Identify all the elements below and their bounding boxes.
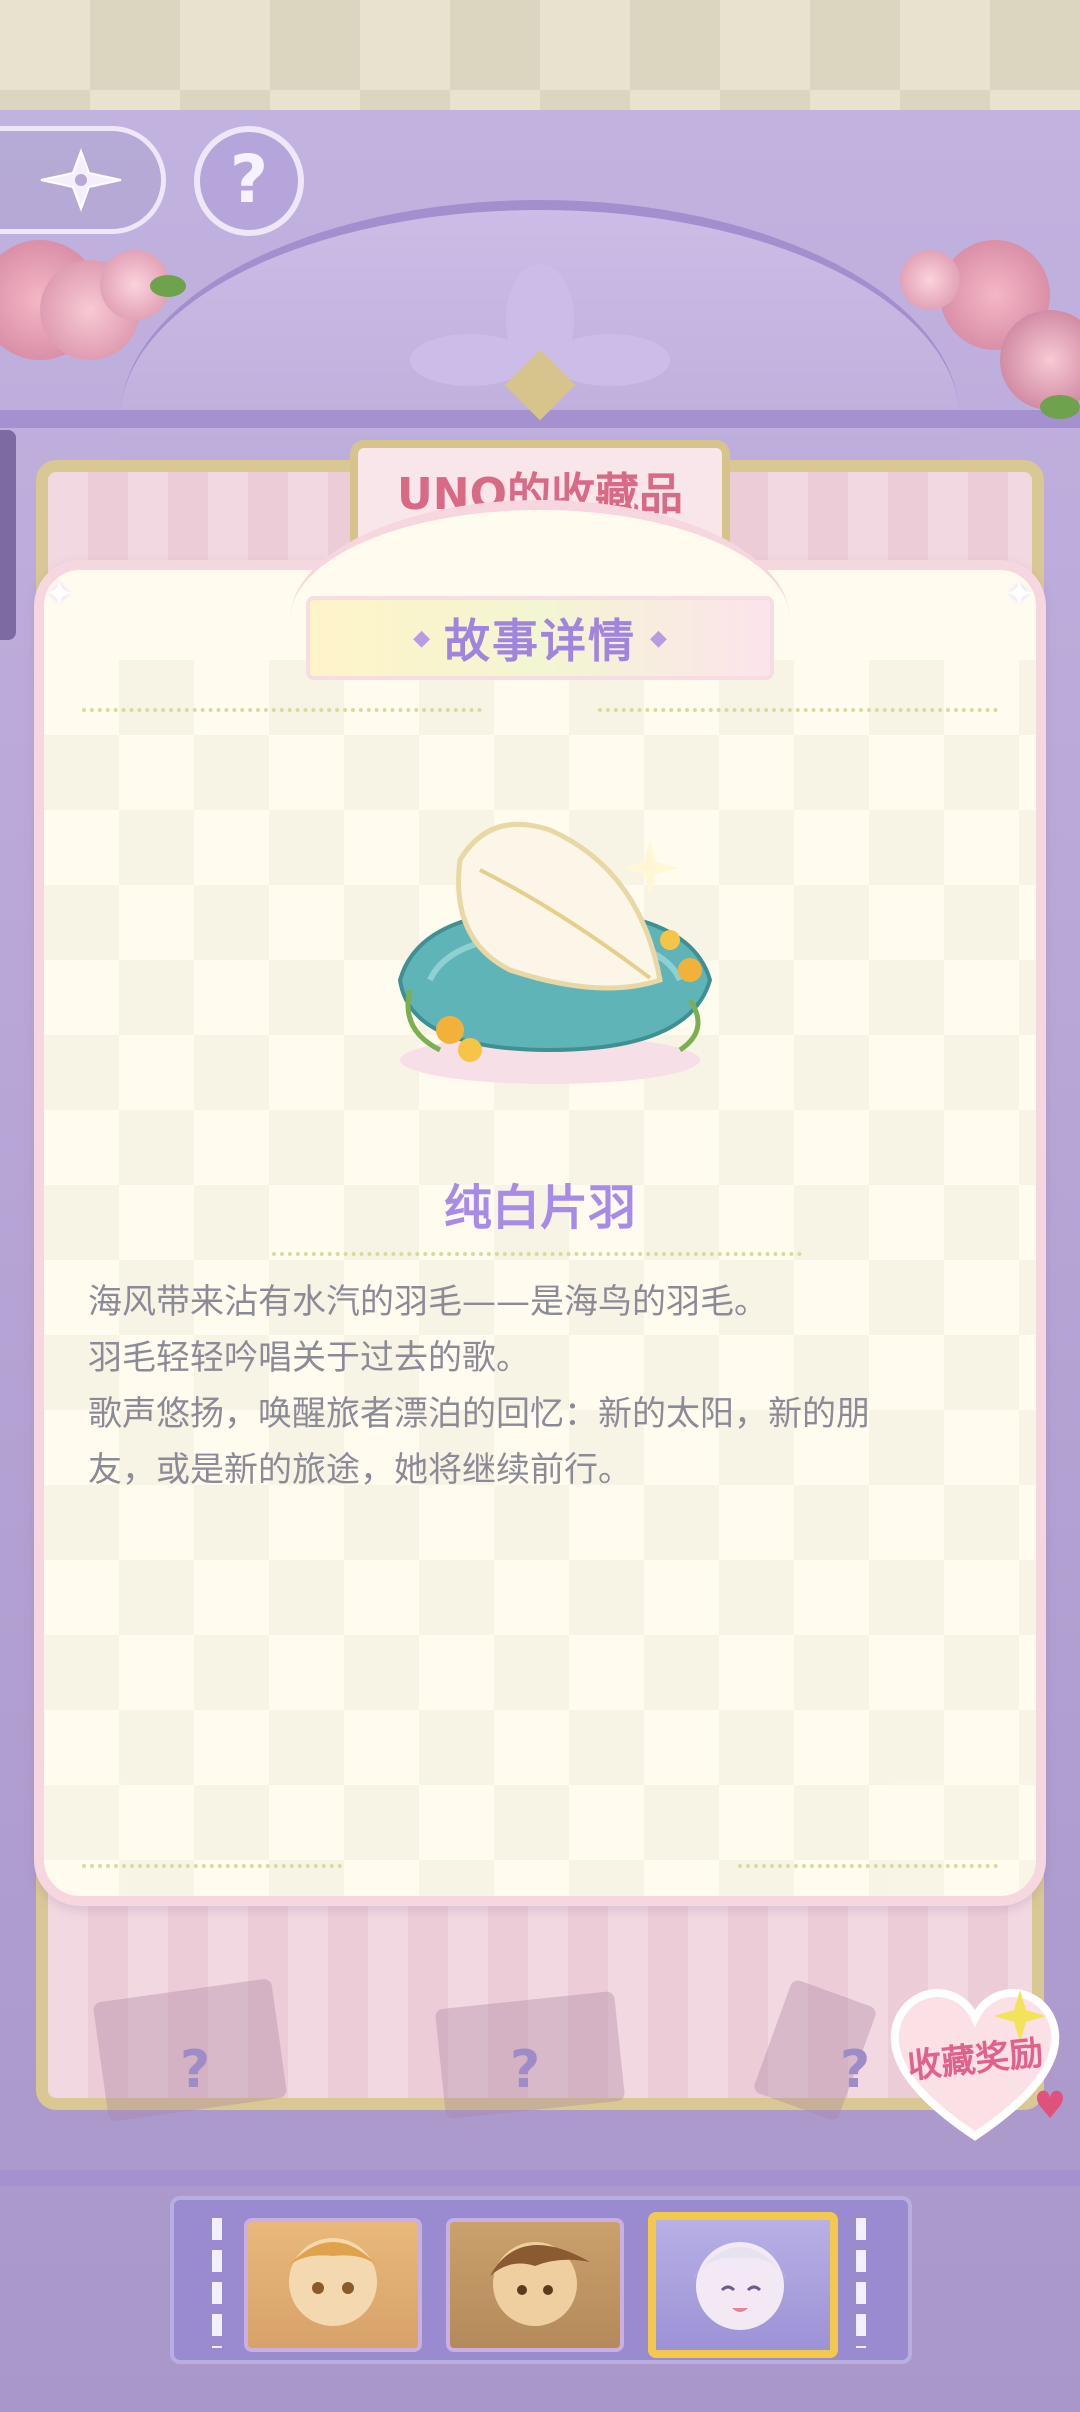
story-line: 羽毛轻轻吟唱关于过去的歌。 [88, 1338, 530, 1378]
side-drawer-tab[interactable] [0, 430, 16, 640]
leaf-decoration [150, 275, 186, 297]
ribbon-dot-icon: ◆ [413, 625, 430, 651]
divider [82, 708, 482, 712]
character-portrait[interactable] [446, 2218, 624, 2352]
item-name: 纯白片羽 [443, 1180, 636, 1236]
rose-decoration [900, 250, 960, 310]
leaf-decoration [1040, 395, 1080, 419]
locked-question-mark: ? [180, 2040, 211, 2100]
character-2-portrait-icon [490, 2242, 590, 2326]
story-line: 海风带来沾有水汽的羽毛——是海鸟的羽毛。 [88, 1282, 768, 1322]
locked-question-mark: ? [840, 2040, 871, 2100]
white-feather-on-pillow-icon [397, 821, 713, 1084]
film-edge [856, 2218, 866, 2348]
divider [738, 1864, 998, 1868]
character-selector [170, 2196, 912, 2364]
character-1-portrait-icon [283, 2238, 383, 2326]
help-button[interactable]: ? [194, 126, 304, 236]
divider [82, 1864, 342, 1868]
film-edge [212, 2218, 222, 2348]
story-line: 友，或是新的旅途，她将继续前行。 [88, 1450, 632, 1490]
character-3-portrait-icon [692, 2242, 788, 2330]
locked-question-mark: ? [510, 2040, 541, 2100]
divider [598, 708, 998, 712]
story-text: 海风带来沾有水汽的羽毛——是海鸟的羽毛。 羽毛轻轻吟唱关于过去的歌。 歌声悠扬，… [88, 1274, 1008, 1498]
back-button[interactable] [0, 126, 166, 234]
sparkle-icon: ✦ [44, 574, 75, 615]
winged-star-back-icon [40, 148, 121, 212]
story-line: 歌声悠扬，唤醒旅者漂泊的回忆：新的太阳，新的朋 [88, 1394, 870, 1434]
ribbon-dot-icon: ◆ [650, 625, 667, 651]
character-portrait[interactable] [244, 2218, 422, 2352]
dialog-title-ribbon: ◆ 故事详情 ◆ [306, 596, 774, 680]
character-portrait-selected[interactable] [648, 2212, 838, 2358]
bottom-rail [0, 2170, 1080, 2186]
dialog-title: 故事详情 [444, 614, 636, 668]
divider [272, 1252, 802, 1256]
game-screen: UNO的收藏品 ? ? ? ? ✦ ✦ ◆ 故事详情 ◆ 纯白片羽 海风带来沾有… [0, 0, 1080, 2412]
sparkle-icon: ✦ [1004, 574, 1035, 615]
